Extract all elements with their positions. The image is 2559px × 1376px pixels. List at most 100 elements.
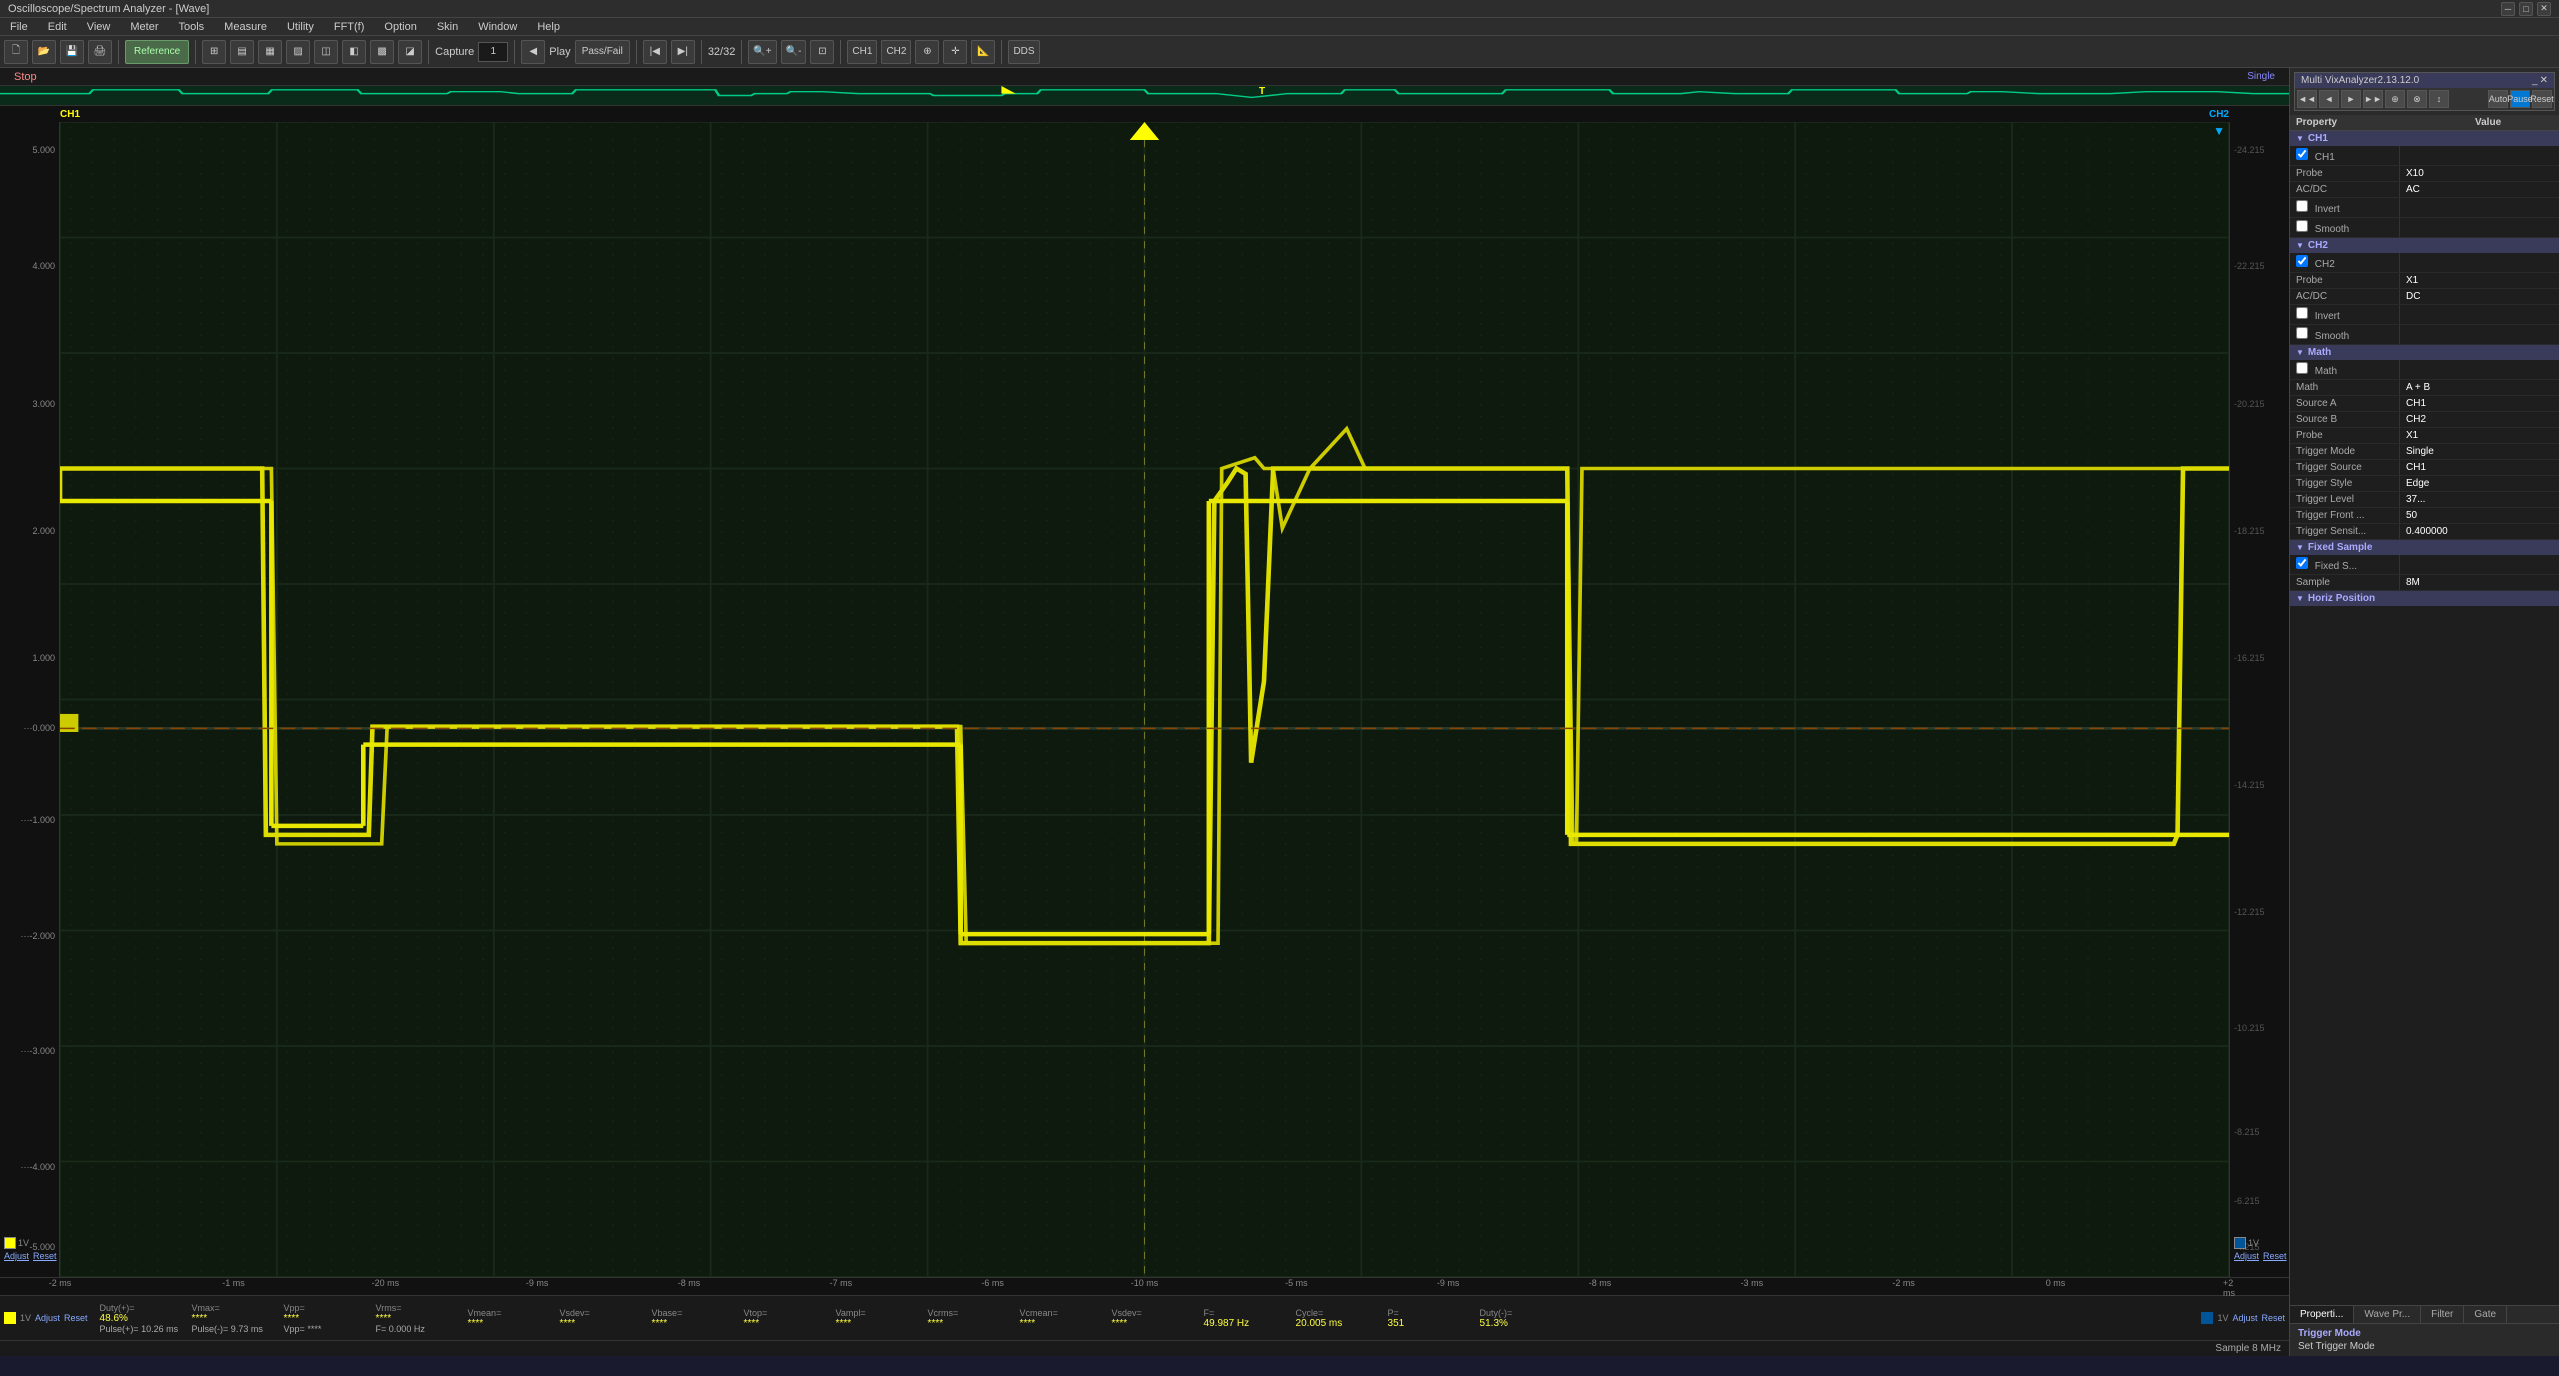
- ch2-toggle-button[interactable]: CH2: [881, 40, 911, 64]
- mini-zoomout-btn[interactable]: ⊗: [2407, 90, 2427, 108]
- print-button[interactable]: 🖨: [88, 40, 112, 64]
- ratio-label: 32/32: [708, 46, 736, 58]
- probe-ch1-label: Probe: [2290, 166, 2400, 181]
- mini-back-btn[interactable]: ◄: [2319, 90, 2339, 108]
- measure-button[interactable]: 📐: [971, 40, 995, 64]
- sample-info: Sample 8 MHz: [2215, 1343, 2281, 1354]
- rewind-button[interactable]: ◀: [521, 40, 545, 64]
- horiz-group-header[interactable]: ▼ Horiz Position: [2290, 591, 2559, 606]
- fixed-sample-group-header[interactable]: ▼ Fixed Sample: [2290, 540, 2559, 555]
- ch-view-btn-4[interactable]: ▨: [286, 40, 310, 64]
- fixed-s-checkbox[interactable]: [2296, 557, 2308, 569]
- menu-file[interactable]: File: [4, 21, 34, 33]
- time-label-5: -8 ms: [678, 1278, 701, 1288]
- adjust-link-right[interactable]: Adjust: [2234, 1251, 2259, 1261]
- minimize-button[interactable]: ─: [2501, 2, 2515, 16]
- maximize-button[interactable]: □: [2519, 2, 2533, 16]
- trigger-mode-detail: Set Trigger Mode: [2298, 1341, 2551, 1352]
- mini-close-btn[interactable]: ✕: [2540, 75, 2548, 86]
- smooth-ch2-checkbox[interactable]: [2296, 327, 2308, 339]
- mini-minimize-btn[interactable]: _: [2532, 75, 2538, 86]
- mini-fastfwd-btn[interactable]: ►►: [2363, 90, 2383, 108]
- mini-pause-btn[interactable]: Pause: [2510, 90, 2530, 108]
- tab-wave-pr[interactable]: Wave Pr...: [2354, 1306, 2421, 1323]
- multi-toggle-button[interactable]: ⊕: [915, 40, 939, 64]
- menu-fft[interactable]: FFT(f): [328, 21, 371, 33]
- prev-frame-button[interactable]: |◀: [643, 40, 667, 64]
- menu-view[interactable]: View: [81, 21, 117, 33]
- duty-plus-label: Duty(+)=: [100, 1303, 180, 1313]
- ch1-group-header[interactable]: ▼ CH1: [2290, 131, 2559, 146]
- menu-option[interactable]: Option: [378, 21, 422, 33]
- new-button[interactable]: 🗋: [4, 40, 28, 64]
- reset-link-left[interactable]: Reset: [33, 1251, 57, 1261]
- ch-view-btn-2[interactable]: ▤: [230, 40, 254, 64]
- trigger-source-value: CH1: [2400, 460, 2559, 475]
- invert-ch2-checkbox[interactable]: [2296, 307, 2308, 319]
- zoom-out-button[interactable]: 🔍-: [781, 40, 807, 64]
- math-group-header[interactable]: ▼ Math: [2290, 345, 2559, 360]
- ch2-checkbox[interactable]: [2296, 255, 2308, 267]
- reference-button[interactable]: Reference: [125, 40, 189, 64]
- menu-edit[interactable]: Edit: [42, 21, 73, 33]
- cursor-button[interactable]: ✛: [943, 40, 967, 64]
- tab-filter[interactable]: Filter: [2421, 1306, 2464, 1323]
- ch-view-btn-6[interactable]: ◧: [342, 40, 366, 64]
- ch-view-btn-1[interactable]: ⊞: [202, 40, 226, 64]
- ch1-toggle-button[interactable]: CH1: [847, 40, 877, 64]
- reset-link-right[interactable]: Reset: [2263, 1251, 2287, 1261]
- invert-ch1-checkbox[interactable]: [2296, 200, 2308, 212]
- menu-help[interactable]: Help: [531, 21, 566, 33]
- ch2-group-header[interactable]: ▼ CH2: [2290, 238, 2559, 253]
- stop-status: Stop: [8, 69, 43, 85]
- mini-fit-btn[interactable]: ↕: [2429, 90, 2449, 108]
- open-button[interactable]: 📂: [32, 40, 56, 64]
- mini-zoomin-btn[interactable]: ⊕: [2385, 90, 2405, 108]
- reset-btn[interactable]: Reset: [64, 1313, 88, 1323]
- menu-measure[interactable]: Measure: [218, 21, 273, 33]
- smooth-ch1-checkbox[interactable]: [2296, 220, 2308, 232]
- passfail-button[interactable]: Pass/Fail: [575, 40, 630, 64]
- next-frame-button[interactable]: ▶|: [671, 40, 695, 64]
- overview-strip[interactable]: T: [0, 86, 2289, 106]
- save-button[interactable]: 💾: [60, 40, 84, 64]
- tab-properties[interactable]: Properti...: [2290, 1306, 2354, 1323]
- mini-reset-btn[interactable]: Reset: [2532, 90, 2552, 108]
- ch-view-btn-8[interactable]: ◪: [398, 40, 422, 64]
- mini-auto-btn[interactable]: Auto: [2488, 90, 2508, 108]
- zoom-in-button[interactable]: 🔍+: [748, 40, 776, 64]
- ch-view-btn-3[interactable]: ▦: [258, 40, 282, 64]
- adjust-link-left[interactable]: Adjust: [4, 1251, 29, 1261]
- trigger-sensit-value: 0.400000: [2400, 524, 2559, 539]
- smooth-ch1-label: Smooth: [2290, 218, 2400, 237]
- adjust-btn-right[interactable]: Adjust: [2232, 1313, 2257, 1323]
- mini-rewind-btn[interactable]: ◄◄: [2297, 90, 2317, 108]
- tab-gate[interactable]: Gate: [2464, 1306, 2507, 1323]
- overview-waveform-svg: [0, 86, 2289, 105]
- mini-forward-btn[interactable]: ►: [2341, 90, 2361, 108]
- math-expand-icon: ▼: [2296, 348, 2304, 357]
- vbase-meas: Vbase= ****: [652, 1308, 732, 1329]
- ch-view-btn-5[interactable]: ◫: [314, 40, 338, 64]
- fit-button[interactable]: ⊡: [810, 40, 834, 64]
- ch1-color-box: [4, 1237, 16, 1249]
- menu-utility[interactable]: Utility: [281, 21, 320, 33]
- adjust-btn[interactable]: Adjust: [35, 1313, 60, 1323]
- smooth-ch1-row: Smooth: [2290, 218, 2559, 238]
- ch-view-btn-7[interactable]: ▩: [370, 40, 394, 64]
- acdc-ch2-row: AC/DC DC: [2290, 289, 2559, 305]
- vrms-meas: Vrms= **** F= 0.000 Hz: [376, 1303, 456, 1334]
- dds-button[interactable]: DDS: [1008, 40, 1039, 64]
- ch1-checkbox[interactable]: [2296, 148, 2308, 160]
- close-button[interactable]: ✕: [2537, 2, 2551, 16]
- reset-btn-right[interactable]: Reset: [2261, 1313, 2285, 1323]
- menu-meter[interactable]: Meter: [124, 21, 164, 33]
- menu-skin[interactable]: Skin: [431, 21, 464, 33]
- capture-input[interactable]: [478, 42, 508, 62]
- menu-window[interactable]: Window: [472, 21, 523, 33]
- trigger-front-label: Trigger Front ...: [2290, 508, 2400, 523]
- time-label-13: 0 ms: [2046, 1278, 2066, 1288]
- menu-tools[interactable]: Tools: [172, 21, 210, 33]
- waveform-canvas[interactable]: ▼: [60, 122, 2229, 1277]
- math-checkbox[interactable]: [2296, 362, 2308, 374]
